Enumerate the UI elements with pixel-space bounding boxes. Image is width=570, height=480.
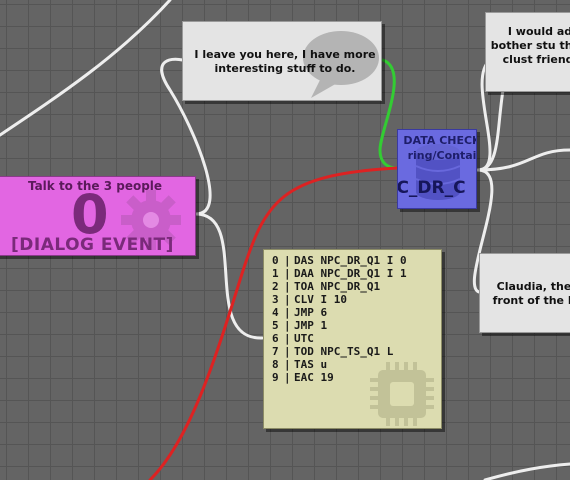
dialog-node-claudia[interactable]: Claudia, the front of the li: [479, 253, 570, 333]
dialog-text: I leave you here, I have more interestin…: [194, 48, 376, 75]
data-check-node[interactable]: DATA CHECK ring/Contai PC_DR_C: [397, 129, 477, 209]
script-line: 4 | JMP 6: [272, 306, 328, 319]
script-line: 8 | TAS u: [272, 358, 328, 371]
dialog-text: Claudia, the front of the li: [492, 280, 570, 307]
event-kind-label: [DIALOG EVENT]: [11, 235, 174, 255]
data-check-title: DATA CHECK: [403, 134, 477, 147]
dialog-event-node[interactable]: Talk to the 3 people 0 [DIALOG EVENT]: [0, 176, 196, 256]
dialog-node-leave[interactable]: I leave you here, I have more interestin…: [182, 21, 382, 101]
wire-bottom-right[interactable]: [483, 462, 570, 480]
script-line: 7 | TOD NPC_TS_Q1 L: [272, 345, 394, 358]
script-line: 5 | JMP 1: [272, 319, 328, 332]
script-line: 9 | EAC 19: [272, 371, 334, 384]
wire-true-branch[interactable]: [378, 58, 399, 170]
data-check-subtitle: ring/Contai: [407, 149, 477, 162]
dialog-text: I would ad bother stu their clust friend…: [490, 25, 570, 66]
script-line: 6 | UTC: [272, 332, 314, 345]
script-line: 3 | CLV I 10: [272, 293, 347, 306]
chip-icon: [370, 362, 434, 426]
script-node[interactable]: 0 | DAS NPC_DR_Q1 I 0 1 | DAA NPC_DR_Q1 I 1 …: [263, 249, 442, 429]
data-check-key: PC_DR_C: [397, 178, 466, 198]
script-line: 2 | TOA NPC_DR_Q1: [272, 280, 381, 293]
script-line: 0 | DAS NPC_DR_Q1 I 0: [272, 254, 407, 267]
script-line: 1 | DAA NPC_DR_Q1 I 1: [272, 267, 407, 280]
wire-top-left[interactable]: [0, 0, 172, 137]
dialog-node-advice[interactable]: I would ad bother stu their clust friend…: [485, 12, 570, 92]
